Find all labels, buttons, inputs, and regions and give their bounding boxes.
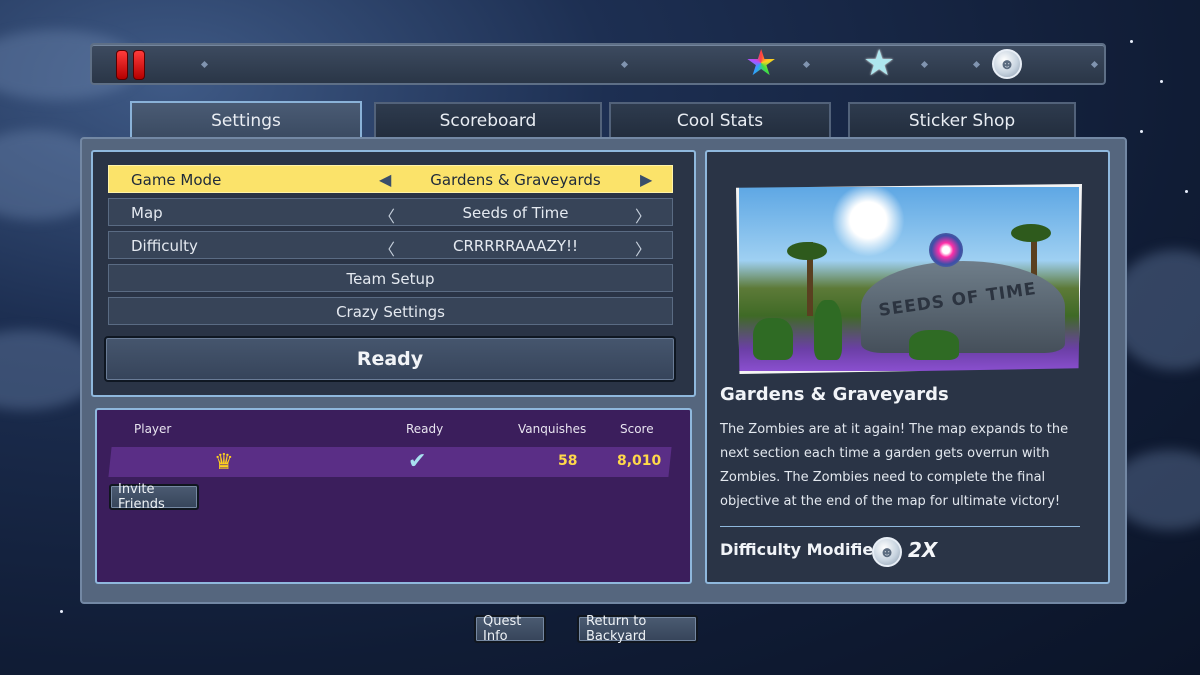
bar-rivet xyxy=(972,60,981,69)
difficulty-selector[interactable]: Difficulty 〈 CRRRRRAAAZY!! 〉 xyxy=(108,231,673,259)
pause-icon[interactable] xyxy=(116,50,148,80)
top-bar xyxy=(90,43,1106,85)
mode-description: The Zombies are at it again! The map exp… xyxy=(720,422,1069,509)
score-column-header: Score xyxy=(620,422,654,436)
tab-settings[interactable]: Settings xyxy=(130,101,362,139)
background-star xyxy=(1140,130,1143,133)
ready-column-header: Ready xyxy=(406,422,444,436)
mode-title: Gardens & Graveyards xyxy=(720,384,949,405)
tab-sticker-shop[interactable]: Sticker Shop xyxy=(848,102,1076,138)
bar-rivet xyxy=(620,60,629,69)
arrow-right-icon[interactable]: ▶ xyxy=(640,170,652,189)
divider xyxy=(720,526,1080,527)
difficulty-value: CRRRRRAAAZY!! xyxy=(452,237,579,255)
crazy-settings-label: Crazy Settings xyxy=(336,303,445,321)
zombie-coin-icon: ☻ xyxy=(872,537,902,567)
crown-icon: ♛ xyxy=(214,449,234,474)
check-icon: ✔ xyxy=(408,448,427,473)
arrow-right-icon[interactable]: 〉 xyxy=(635,236,651,260)
background-star xyxy=(60,610,63,613)
star-icon: ★ xyxy=(863,42,896,83)
background-star xyxy=(1185,190,1188,193)
player-column-header: Player xyxy=(134,422,172,436)
invite-friends-button[interactable]: Invite Friends xyxy=(109,482,199,512)
team-setup-label: Team Setup xyxy=(346,270,435,288)
background-star xyxy=(1160,80,1163,83)
team-setup-button[interactable]: Team Setup xyxy=(108,264,673,292)
tab-scoreboard[interactable]: Scoreboard xyxy=(374,102,602,138)
bar-rivet xyxy=(802,60,811,69)
tab-cool-stats[interactable]: Cool Stats xyxy=(609,102,831,138)
difficulty-modifier-label: Difficulty Modifier xyxy=(720,540,882,559)
game-mode-selector[interactable]: Game Mode ◀ Gardens & Graveyards ▶ xyxy=(108,165,673,193)
background-star xyxy=(1130,40,1133,43)
game-mode-value: Gardens & Graveyards xyxy=(430,171,601,189)
return-to-backyard-button[interactable]: Return to Backyard xyxy=(577,614,698,644)
table-row[interactable] xyxy=(108,447,672,477)
score-value: 8,010 xyxy=(617,453,662,469)
bar-rivet xyxy=(1090,60,1099,69)
map-preview-image: SEEDS OF TIME xyxy=(736,184,1082,374)
arrow-right-icon[interactable]: 〉 xyxy=(635,203,651,227)
quest-info-button[interactable]: Quest Info xyxy=(474,614,546,644)
ready-button[interactable]: Ready xyxy=(104,336,676,382)
bar-rivet xyxy=(200,60,209,69)
vanquishes-column-header: Vanquishes xyxy=(518,422,587,436)
crazy-settings-button[interactable]: Crazy Settings xyxy=(108,297,673,325)
zombie-coin-icon: ☻ xyxy=(992,49,1022,79)
bar-rivet xyxy=(920,60,929,69)
rainbow-star-icon: ★ xyxy=(745,42,778,83)
map-selector[interactable]: Map 〈 Seeds of Time 〉 xyxy=(108,198,673,226)
difficulty-multiplier: 2X xyxy=(908,538,938,562)
map-value: Seeds of Time xyxy=(462,204,569,222)
vanquishes-value: 58 xyxy=(558,453,578,469)
